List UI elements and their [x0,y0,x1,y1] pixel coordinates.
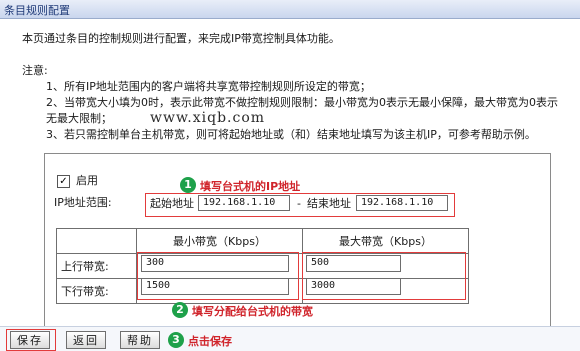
watermark-text: www.xiqb.com [150,110,266,126]
max-bandwidth-header: 最大带宽（Kbps） [302,228,469,254]
note-line-2b: 无最大限制； [46,112,112,125]
annotation-badge-2: 2 [172,302,188,318]
note-line-3: 3、若只需控制单台主机带宽，则可将起始地址或（和）结束地址填写为该主机IP，可参… [46,128,536,141]
enable-label: 启用 [76,174,98,187]
page-title: 条目规则配置 [4,4,70,17]
upload-max-input[interactable]: 500 [306,255,401,272]
annotation-text-2: 填写分配给台式机的带宽 [192,305,313,318]
start-address-input[interactable]: 192.168.1.10 [198,195,290,211]
start-address-label: 起始地址 [150,197,194,210]
table-corner-cell [56,228,137,254]
note-line-2: 2、当带宽大小填为0时，表示此带宽不做控制规则限制：最小带宽为0表示无最小保障，… [46,96,558,109]
enable-checkbox[interactable]: ✓ [57,175,70,188]
range-separator: - [297,197,301,210]
help-button[interactable]: 帮助 [120,331,160,349]
annotation-badge-3: 3 [168,332,184,348]
back-button[interactable]: 返回 [66,331,106,349]
table-header-row: 最小带宽（Kbps） 最大带宽（Kbps） [56,228,469,254]
title-bar: 条目规则配置 [0,0,580,19]
ip-range-label: IP地址范围: [54,196,112,209]
upload-label: 上行带宽: [56,253,137,279]
end-address-input[interactable]: 192.168.1.10 [356,195,448,211]
min-bandwidth-header: 最小带宽（Kbps） [136,228,303,254]
annotation-text-3: 点击保存 [188,335,232,348]
download-min-input[interactable]: 1500 [141,278,289,295]
note-line-1: 1、所有IP地址范围内的客户端将共享宽带控制规则所设定的带宽； [46,80,371,93]
upload-min-input[interactable]: 300 [141,255,289,272]
intro-text: 本页通过条目的控制规则进行配置，来完成IP带宽控制具体功能。 [22,32,340,45]
annotation-badge-1: 1 [180,177,196,193]
end-address-label: 结束地址 [307,197,351,210]
notes-label: 注意: [22,64,48,77]
save-button[interactable]: 保存 [10,331,50,349]
annotation-text-1: 填写台式机的IP地址 [200,180,301,193]
download-max-input[interactable]: 3000 [306,278,401,295]
download-label: 下行带宽: [56,278,137,304]
